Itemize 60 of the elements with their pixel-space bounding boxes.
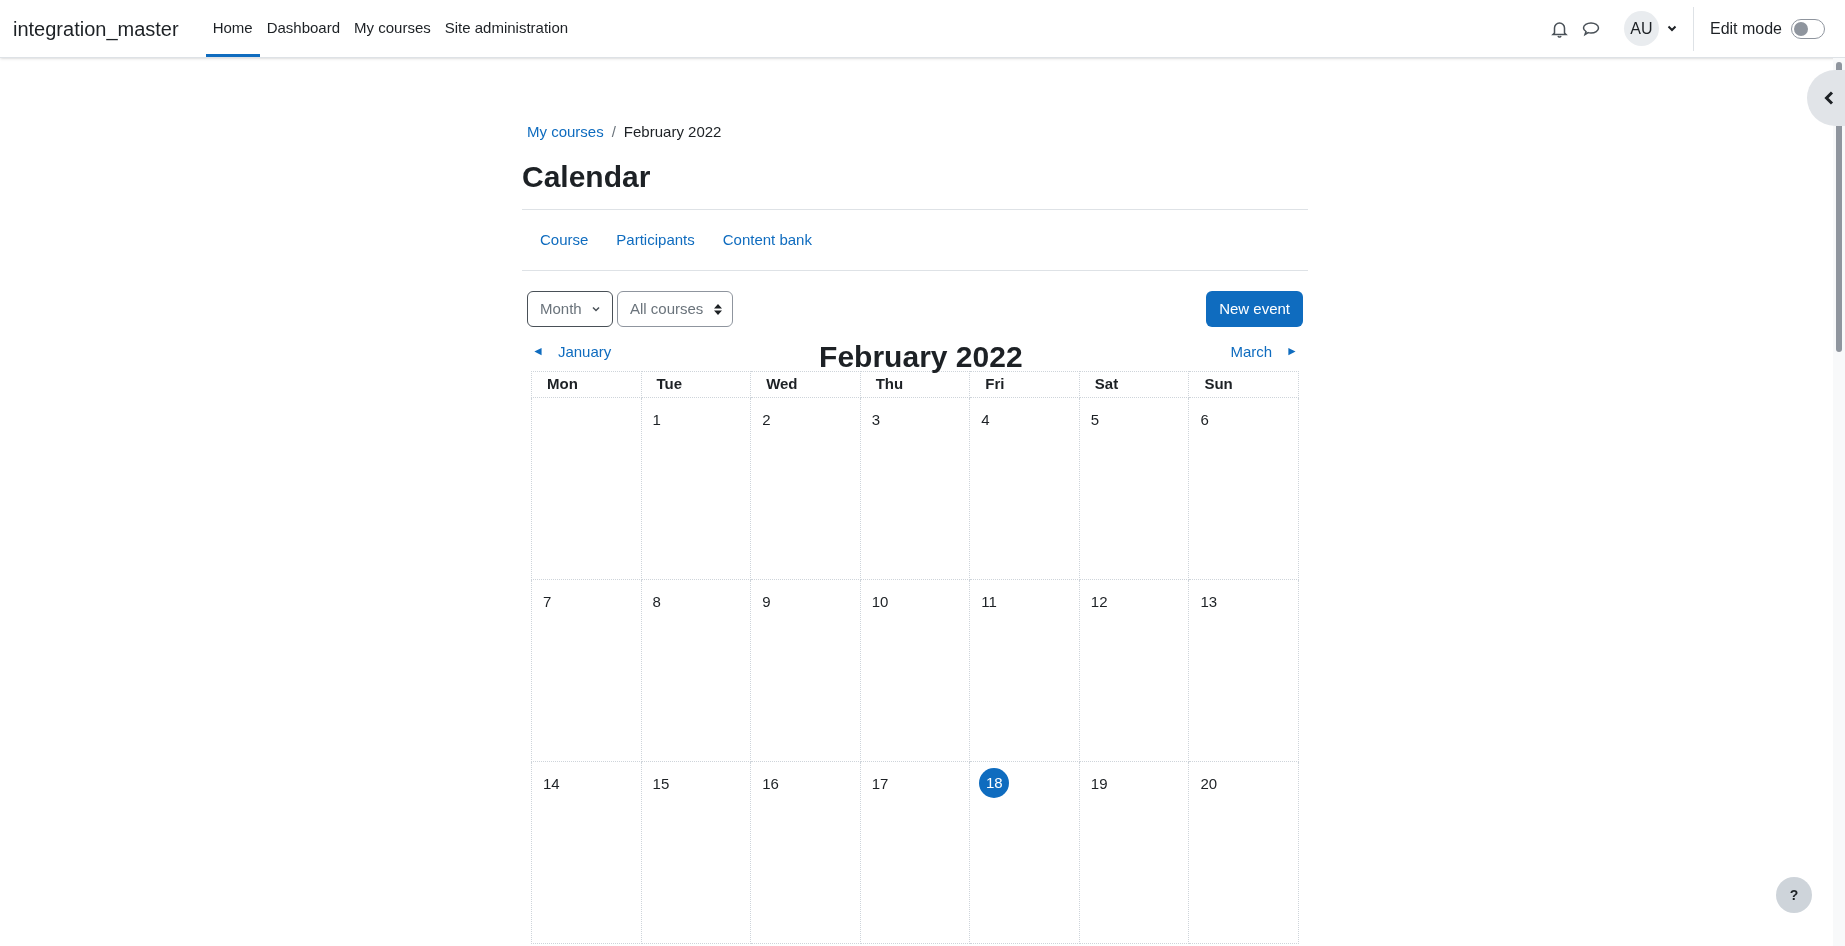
previous-month-label: January bbox=[557, 342, 612, 362]
nav-link[interactable]: Site administration bbox=[437, 0, 576, 57]
day-number[interactable]: 12 bbox=[1087, 588, 1108, 614]
day-number[interactable]: 14 bbox=[540, 770, 560, 796]
user-avatar[interactable]: AU bbox=[1623, 11, 1659, 46]
edit-mode-label: Edit mode bbox=[1709, 18, 1782, 39]
sort-icon bbox=[714, 303, 723, 315]
day-number[interactable]: 1 bbox=[649, 406, 661, 432]
next-arrow-icon: ► bbox=[1286, 341, 1298, 364]
view-select[interactable]: Month bbox=[527, 291, 613, 327]
secondary-nav-link[interactable]: Content bank bbox=[708, 228, 826, 252]
drawer-toggle-button[interactable] bbox=[1807, 70, 1845, 126]
breadcrumb-link[interactable]: My courses bbox=[527, 120, 604, 144]
weekday-header: Tue bbox=[656, 375, 683, 393]
day-number[interactable]: 16 bbox=[759, 770, 779, 796]
weekday-header: Sat bbox=[1094, 375, 1119, 393]
weekday-header: Wed bbox=[766, 375, 798, 393]
day-number[interactable]: 19 bbox=[1087, 770, 1108, 796]
day-number[interactable]: 2 bbox=[759, 406, 771, 432]
day-number[interactable]: 20 bbox=[1197, 770, 1218, 796]
day-number[interactable]: 10 bbox=[868, 588, 889, 614]
weekday-header: Mon bbox=[547, 375, 578, 393]
day-number[interactable]: 5 bbox=[1087, 406, 1100, 432]
day-number[interactable]: 13 bbox=[1197, 588, 1218, 614]
day-number[interactable]: 8 bbox=[649, 588, 661, 614]
nav-link[interactable]: Home bbox=[205, 0, 260, 57]
day-number[interactable]: 9 bbox=[759, 588, 771, 614]
weekday-header: Thu bbox=[875, 375, 904, 393]
day-number[interactable]: 11 bbox=[978, 588, 997, 614]
course-select[interactable]: All courses bbox=[617, 291, 733, 327]
previous-arrow-icon: ◄ bbox=[532, 341, 544, 364]
bell-icon[interactable] bbox=[1550, 19, 1568, 38]
help-button[interactable]: ? bbox=[1776, 877, 1812, 913]
caret-icon[interactable] bbox=[1666, 25, 1677, 32]
day-number[interactable]: 3 bbox=[868, 406, 881, 432]
chevron-left-icon bbox=[1824, 91, 1834, 105]
day-number[interactable]: 15 bbox=[649, 770, 670, 796]
nav-link[interactable]: Dashboard bbox=[259, 0, 348, 57]
nav-link[interactable]: My courses bbox=[347, 0, 438, 57]
next-month-link[interactable]: March ► bbox=[1230, 341, 1298, 364]
breadcrumb-separator: / bbox=[611, 121, 616, 142]
previous-month-link[interactable]: ◄ January bbox=[532, 341, 612, 364]
edit-mode-toggle[interactable] bbox=[1791, 18, 1825, 39]
weekday-header: Sun bbox=[1204, 375, 1233, 393]
secondary-nav-link[interactable]: Participants bbox=[602, 228, 709, 252]
day-number[interactable]: 7 bbox=[540, 588, 552, 614]
day-number[interactable]: 4 bbox=[978, 406, 990, 432]
day-number[interactable]: 6 bbox=[1197, 406, 1209, 432]
breadcrumb-current: February 2022 bbox=[623, 121, 722, 142]
day-number[interactable]: 17 bbox=[868, 770, 889, 796]
site-name[interactable]: integration_master bbox=[13, 13, 179, 44]
next-month-label: March bbox=[1230, 342, 1273, 362]
page-heading: Calendar bbox=[522, 159, 652, 195]
today-date-marker[interactable]: 18 bbox=[979, 768, 1010, 798]
secondary-nav-link[interactable]: Course bbox=[526, 228, 603, 252]
chevron-down-icon bbox=[591, 306, 600, 312]
chat-icon[interactable] bbox=[1581, 20, 1600, 37]
month-title: February 2022 bbox=[818, 339, 1024, 375]
new-event-button[interactable]: New event bbox=[1206, 291, 1303, 327]
weekday-header: Fri bbox=[985, 375, 1005, 393]
